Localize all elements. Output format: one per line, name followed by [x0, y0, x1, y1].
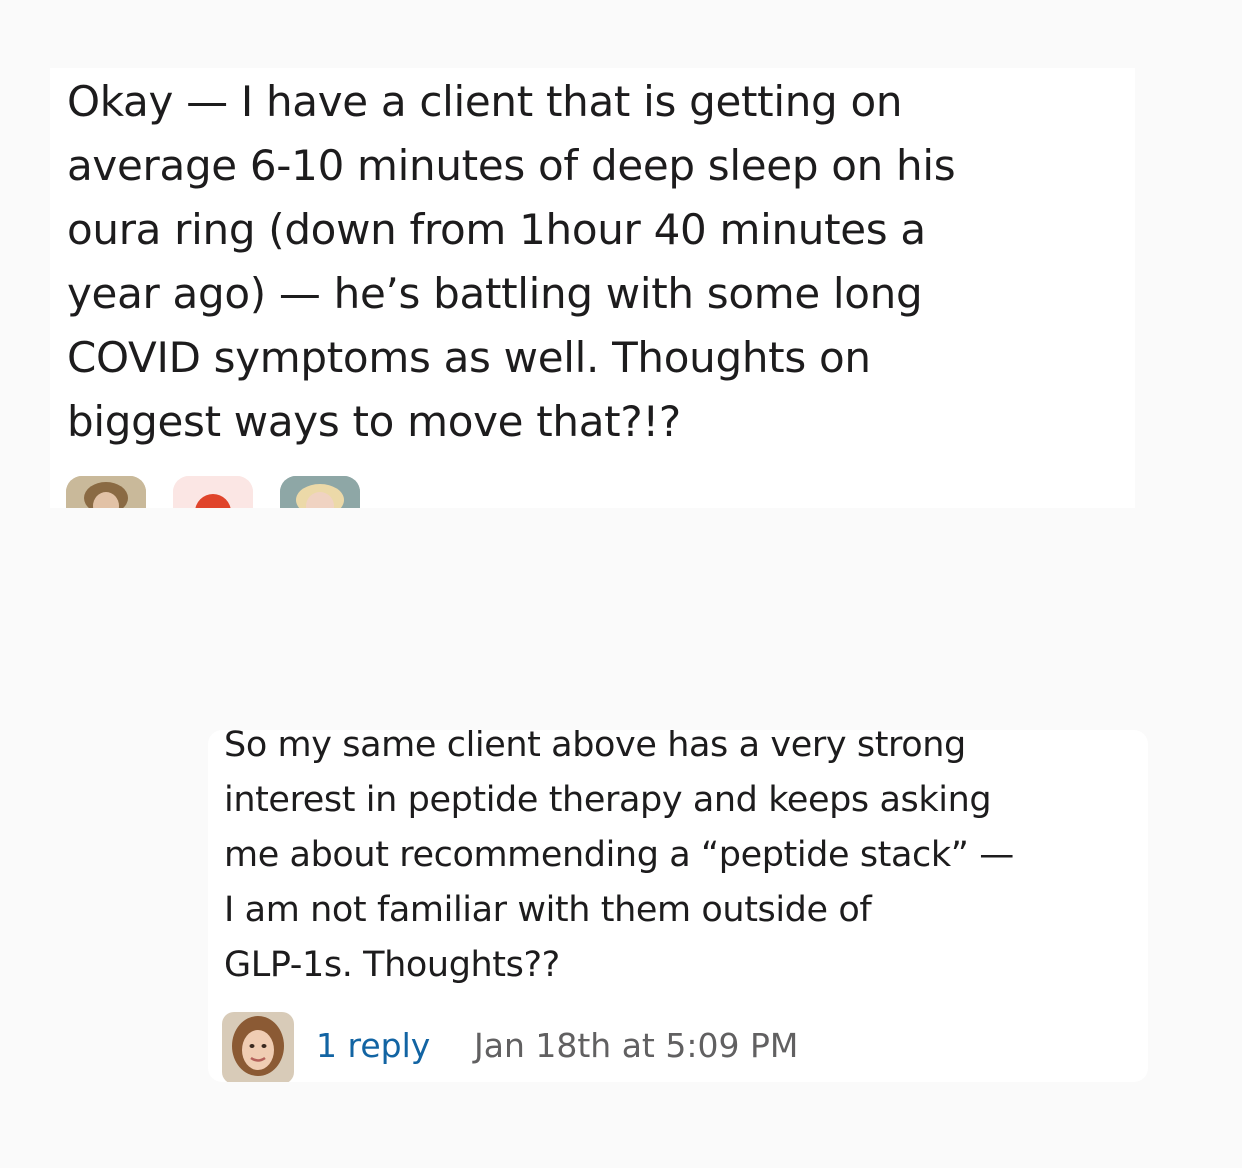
reply-avatar[interactable] [66, 476, 146, 508]
person-avatar-icon [66, 476, 146, 508]
reply-count-link[interactable]: 1 reply [316, 1026, 430, 1065]
reply-avatar[interactable] [222, 1012, 294, 1082]
message-text: So my same client above has a very stron… [224, 730, 1014, 985]
person-avatar-icon [222, 1012, 294, 1082]
message-timestamp[interactable]: Jan 18th at 5:09 PM [474, 1026, 798, 1065]
red-dot-avatar-icon [173, 476, 253, 508]
reply-row[interactable]: 1 reply Jan 18th at 5:09 PM [222, 1012, 1122, 1082]
message-card-1: Okay — I have a client that is getting o… [50, 68, 1135, 508]
message-text: Okay — I have a client that is getting o… [67, 77, 956, 446]
reply-avatar[interactable] [173, 476, 253, 508]
reply-avatar[interactable] [280, 476, 360, 508]
message-card-2: So my same client above has a very stron… [208, 730, 1148, 1082]
person-avatar-icon [280, 476, 360, 508]
